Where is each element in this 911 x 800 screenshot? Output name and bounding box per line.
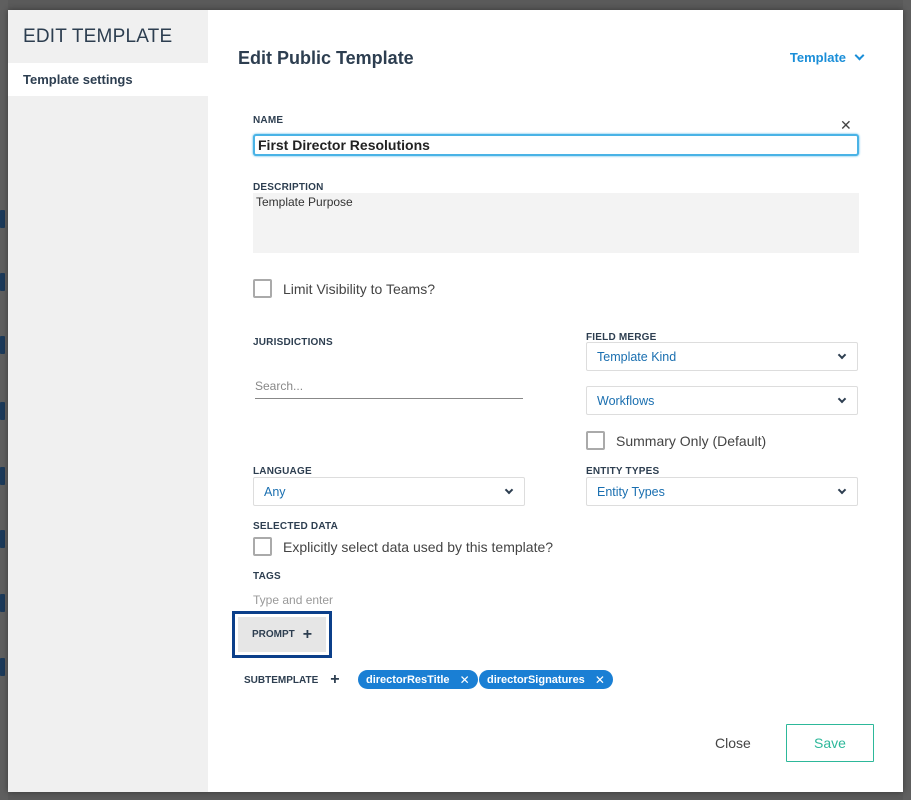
add-subtemplate-icon[interactable]: + [330, 672, 339, 688]
plus-icon: + [302, 625, 313, 643]
jurisdictions-search-input[interactable] [255, 374, 523, 399]
jurisdictions-label: JURISDICTIONS [253, 337, 333, 348]
entity-types-select[interactable]: Entity Types [586, 477, 858, 506]
background-left [0, 0, 8, 800]
template-kind-value: Template Kind [597, 349, 677, 364]
description-label: DESCRIPTION [253, 182, 324, 193]
sidebar: EDIT TEMPLATE Template settings [8, 10, 208, 792]
sidebar-title: EDIT TEMPLATE [23, 26, 173, 47]
remove-chip-icon[interactable]: ✕ [595, 673, 605, 687]
template-kind-select[interactable]: Template Kind [586, 342, 858, 371]
remove-chip-icon[interactable]: ✕ [460, 673, 470, 687]
chevron-down-icon [837, 485, 847, 494]
save-button[interactable]: Save [786, 724, 874, 762]
subtemplate-label: SUBTEMPLATE [244, 674, 319, 686]
chevron-down-icon [837, 350, 847, 359]
prompt-button[interactable]: PROMPT + [232, 611, 332, 658]
tags-input[interactable]: Type and enter [253, 593, 333, 607]
template-menu-label: Template [789, 50, 846, 65]
subtemplate-chip: directorResTitle ✕ [358, 670, 478, 689]
workflows-select[interactable]: Workflows [586, 386, 858, 415]
selected-data-label: SELECTED DATA [253, 521, 339, 532]
chip-label: directorSignatures [487, 673, 585, 686]
name-label: NAME [253, 115, 284, 126]
page-title: Edit Public Template [238, 48, 414, 68]
entity-types-label: ENTITY TYPES [586, 466, 660, 477]
entity-types-value: Entity Types [597, 484, 665, 499]
background-marker [0, 530, 5, 548]
chip-label: directorResTitle [366, 673, 450, 686]
background-right [903, 0, 911, 800]
subtemplate-chip: directorSignatures ✕ [479, 670, 613, 689]
limit-visibility-label: Limit Visibility to Teams? [283, 281, 435, 297]
limit-visibility-checkbox[interactable] [253, 279, 272, 298]
background-marker [0, 336, 5, 354]
background-marker [0, 658, 5, 676]
close-button[interactable]: Close [715, 735, 751, 751]
sidebar-item-template-settings[interactable]: Template settings [8, 63, 208, 96]
template-menu[interactable]: Template [789, 50, 865, 65]
tags-label: TAGS [253, 571, 281, 582]
selected-data-checkbox-label: Explicitly select data used by this temp… [283, 539, 554, 555]
background-marker [0, 210, 5, 228]
language-value: Any [264, 484, 286, 499]
edit-template-modal: EDIT TEMPLATE Template settings Edit Pub… [8, 10, 903, 792]
background-marker [0, 594, 5, 612]
background-marker [0, 467, 5, 485]
close-icon[interactable]: ✕ [840, 117, 852, 134]
workflows-value: Workflows [597, 393, 655, 408]
summary-only-label: Summary Only (Default) [616, 433, 767, 449]
selected-data-checkbox[interactable] [253, 537, 272, 556]
subtemplate-row: SUBTEMPLATE + [244, 672, 340, 688]
name-input[interactable] [253, 134, 859, 156]
description-textarea[interactable]: Template Purpose [253, 193, 859, 253]
prompt-button-inner: PROMPT + [238, 617, 326, 652]
language-label: LANGUAGE [253, 466, 312, 477]
main-panel: Edit Public Template Template NAME ✕ DES… [208, 10, 903, 792]
prompt-label: PROMPT [251, 629, 295, 640]
summary-only-checkbox[interactable] [586, 431, 605, 450]
chevron-down-icon [504, 485, 514, 494]
background-marker [0, 402, 5, 420]
chevron-down-icon [854, 50, 865, 61]
background-marker [0, 273, 5, 291]
chevron-down-icon [837, 394, 847, 403]
language-select[interactable]: Any [253, 477, 525, 506]
